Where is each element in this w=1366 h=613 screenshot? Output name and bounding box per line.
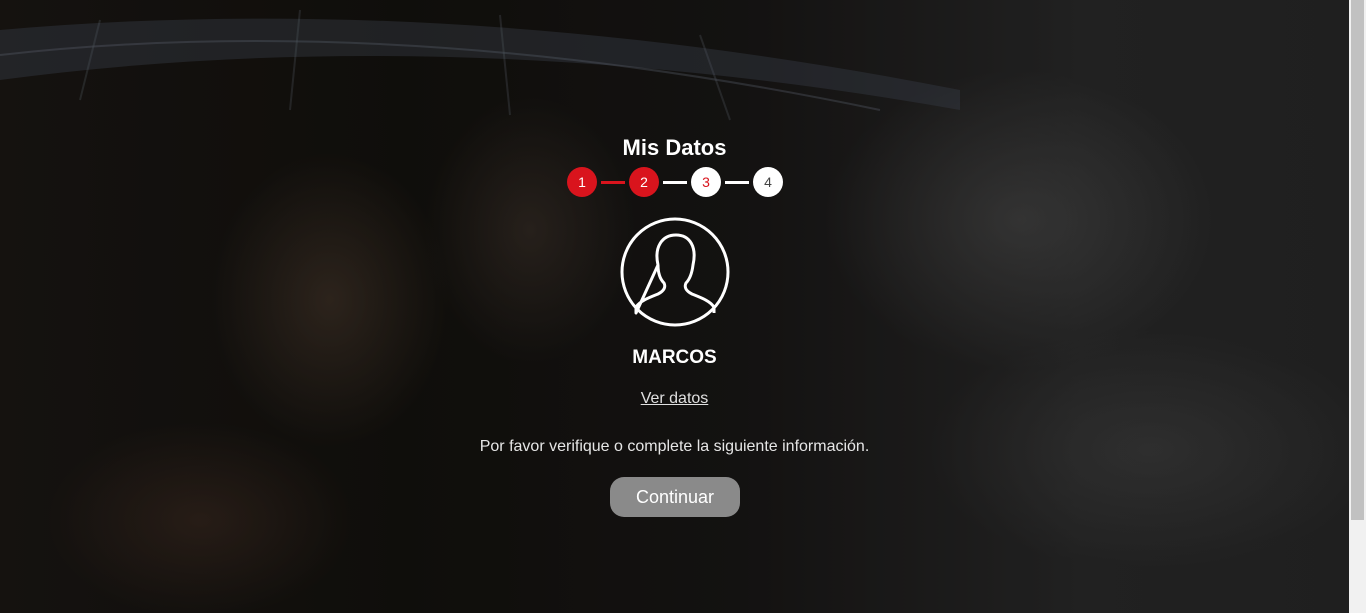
- step-2: 2: [629, 167, 659, 197]
- progress-stepper: 1 2 3 4: [567, 167, 783, 197]
- user-name: MARCOS: [632, 347, 717, 368]
- step-1: 1: [567, 167, 597, 197]
- user-silhouette-icon: [620, 217, 730, 327]
- step-connector: [725, 180, 749, 184]
- instruction-message: Por favor verifique o complete la siguie…: [479, 438, 870, 455]
- page-viewport: Mis Datos 1 2 3 4 MARCOS Ver datos Por f…: [0, 0, 1366, 613]
- vertical-scrollbar[interactable]: [1349, 0, 1366, 613]
- main-content: Mis Datos 1 2 3 4 MARCOS Ver datos Por f…: [0, 0, 1349, 613]
- scrollbar-thumb[interactable]: [1351, 0, 1364, 520]
- step-4: 4: [753, 167, 783, 197]
- step-3: 3: [691, 167, 721, 197]
- step-connector: [663, 180, 687, 184]
- continue-button[interactable]: Continuar: [610, 477, 740, 517]
- view-data-link[interactable]: Ver datos: [0, 390, 1349, 408]
- step-connector: [601, 180, 625, 184]
- page-title: Mis Datos: [622, 135, 727, 160]
